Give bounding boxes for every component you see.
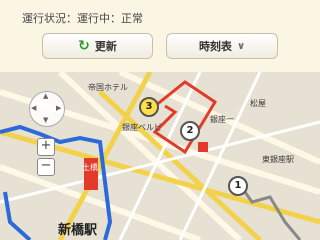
- control-panel: 運行状況：運行中：正常 ↻ 更新 時刻表 ∨: [0, 0, 320, 72]
- pan-up-icon[interactable]: ▲: [43, 92, 48, 100]
- zoom-out-button[interactable]: −: [37, 158, 55, 176]
- refresh-label: 更新: [94, 40, 117, 53]
- refresh-icon: ↻: [78, 38, 90, 54]
- map-label-higashi-ginza: 東銀座駅: [262, 155, 294, 164]
- chevron-down-icon: ∨: [236, 40, 246, 52]
- pan-control[interactable]: ▲ ▼ ◀ ▶: [29, 91, 65, 127]
- pan-down-icon[interactable]: ▼: [43, 116, 48, 124]
- pan-left-icon[interactable]: ◀: [31, 104, 36, 112]
- map-label-shinbashi: 新橋駅: [58, 223, 98, 238]
- refresh-button[interactable]: ↻ 更新: [42, 33, 153, 59]
- map-label-ginza-bell: 銀座ベルビ: [122, 123, 162, 132]
- stop-pin-1[interactable]: 1: [228, 176, 248, 196]
- timetable-dropdown[interactable]: 時刻表 ∨: [166, 33, 278, 59]
- pan-right-icon[interactable]: ▶: [56, 104, 61, 112]
- service-status: 運行状況：運行中：正常: [22, 12, 143, 25]
- map-label-teikoku: 帝国ホテル: [88, 83, 128, 92]
- map-label-matsuya: 松屋: [250, 99, 266, 108]
- map-label-tochi: 土橋: [82, 163, 98, 172]
- timetable-label: 時刻表: [198, 40, 232, 53]
- map-label-ginza-itchome: 銀座一: [210, 115, 234, 124]
- stop-pin-3[interactable]: 3: [139, 97, 159, 117]
- zoom-in-button[interactable]: +: [37, 138, 55, 156]
- route-map[interactable]: 帝国ホテル 銀座ベルビ 松屋 銀座一 東銀座駅 土橋 新橋駅 ▲ ▼ ◀ ▶ +…: [0, 72, 320, 240]
- stop-pin-2[interactable]: 2: [180, 121, 200, 141]
